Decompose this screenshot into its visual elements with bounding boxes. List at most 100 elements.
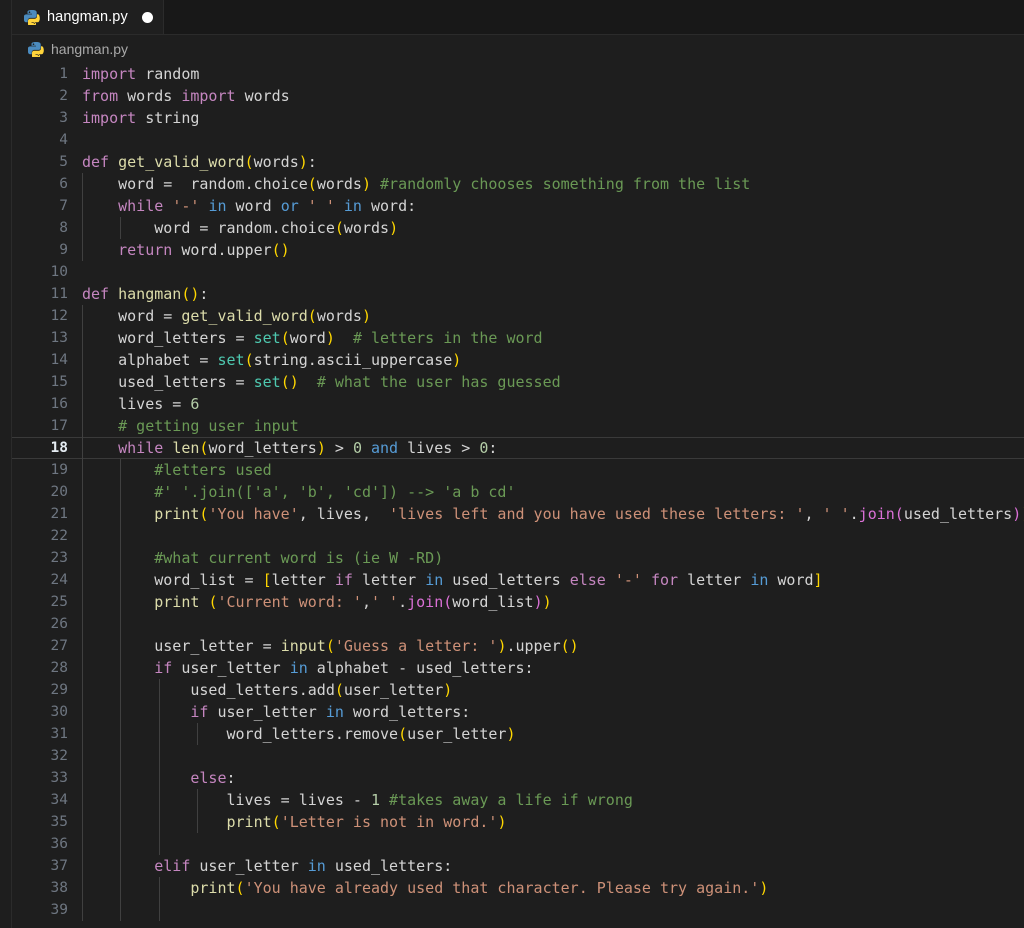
code-token: else [569, 571, 606, 589]
code-token: if [154, 659, 173, 677]
code-line[interactable]: 6 word = random.choice(words) #randomly … [12, 173, 1024, 195]
indent-guide [158, 745, 160, 767]
code-token: or [280, 197, 299, 215]
code-token: ( [398, 725, 408, 743]
code-editor[interactable]: 1 import random 2 from words import words 3 i… [0, 63, 1024, 928]
code-line[interactable]: 3 import string [12, 107, 1024, 129]
code-line-text: print('You have already used that charac… [82, 877, 768, 899]
code-line-text: import string [82, 107, 199, 129]
line-number: 24 [50, 572, 68, 588]
code-line-text: elif user_letter in used_letters: [82, 855, 452, 877]
line-number: 22 [50, 528, 68, 544]
code-token: if [190, 703, 209, 721]
line-number: 36 [50, 836, 68, 852]
code-line[interactable]: 14 alphabet = set(string.ascii_uppercase… [12, 349, 1024, 371]
code-line[interactable]: 22 [12, 525, 1024, 547]
code-line[interactable]: 17 # getting user input [12, 415, 1024, 437]
code-token: # what the user has guessed [316, 373, 561, 391]
code-token: . [307, 351, 317, 369]
code-line[interactable]: 30 if user_letter in word_letters: [12, 701, 1024, 723]
code-line[interactable]: 18 while len(word_letters) > 0 and lives… [12, 437, 1024, 459]
code-line-text: else: [82, 767, 235, 789]
code-line[interactable]: 10 [12, 261, 1024, 283]
code-line[interactable]: 4 [12, 129, 1024, 151]
code-token: () [560, 637, 579, 655]
code-line-text: used_letters = set() # what the user has… [82, 371, 561, 393]
code-line[interactable]: 21 print ('You have', lives, 'lives left … [12, 503, 1024, 525]
breadcrumb-item-file[interactable]: hangman.py [51, 41, 128, 57]
code-line[interactable]: 35 print('Letter is not in word.') [12, 811, 1024, 833]
code-line[interactable]: 29 used_letters.add(user_letter) [12, 679, 1024, 701]
indent-guide [120, 899, 122, 921]
code-line[interactable]: 20 #' '.join(['a', 'b', 'cd']) --> 'a b … [12, 481, 1024, 503]
code-line[interactable]: 31 word_letters.remove(user_letter) [12, 723, 1024, 745]
code-line-text: word_letters = set(word) # letters in th… [82, 327, 542, 349]
code-token: while [118, 197, 164, 215]
code-token: word = [82, 307, 182, 325]
code-line[interactable]: 5 def get_valid_word(words): [12, 151, 1024, 173]
editor-tab-hangman-py[interactable]: hangman.py [12, 0, 164, 34]
code-token: len [172, 439, 200, 457]
code-token: ) [361, 307, 371, 325]
code-token: 1 [370, 791, 381, 809]
code-line[interactable]: 1 import random [12, 63, 1024, 85]
code-token: string [145, 109, 200, 127]
code-line[interactable]: 34 lives = lives - 1 #takes away a life … [12, 789, 1024, 811]
code-line-text: lives = 6 [82, 393, 199, 415]
code-line[interactable]: 33 else: [12, 767, 1024, 789]
code-token: . [849, 505, 859, 523]
code-line[interactable]: 2 from words import words [12, 85, 1024, 107]
indent-guide [120, 833, 122, 855]
code-token: letter [678, 571, 751, 589]
code-line[interactable]: 7 while '-' in word or ' ' in word: [12, 195, 1024, 217]
code-token: '-' [614, 571, 642, 589]
code-line[interactable]: 32 [12, 745, 1024, 767]
code-token: ascii_uppercase [316, 351, 453, 369]
code-line[interactable]: 19 #letters used [12, 459, 1024, 481]
code-token: words [316, 175, 362, 193]
code-token: ( [244, 153, 254, 171]
code-line[interactable]: 27 user_letter = input('Guess a letter: … [12, 635, 1024, 657]
code-line[interactable]: 25 print ('Current word: ',' '.join(word… [12, 591, 1024, 613]
code-line-text: while len(word_letters) > 0 and lives > … [82, 437, 497, 459]
code-token: words [253, 153, 299, 171]
code-token: : [307, 153, 317, 171]
code-line[interactable]: 28 if user_letter in alphabet - used_let… [12, 657, 1024, 679]
code-line[interactable]: 13 word_letters = set(word) # letters in… [12, 327, 1024, 349]
code-token: user_letter [190, 857, 308, 875]
code-line[interactable]: 16 lives = 6 [12, 393, 1024, 415]
python-file-icon [27, 41, 44, 59]
code-line-text: print ('You have', lives, 'lives left and… [82, 503, 1024, 525]
code-token: random [190, 175, 245, 193]
code-token: upper [515, 637, 561, 655]
code-line[interactable]: 11 def hangman(): [12, 283, 1024, 305]
code-token: ) [443, 681, 453, 699]
code-token: ( [325, 637, 335, 655]
code-line[interactable]: 37 elif user_letter in used_letters: [12, 855, 1024, 877]
code-token: ] [813, 571, 823, 589]
code-token: # getting user input [118, 417, 299, 435]
code-line[interactable]: 26 [12, 613, 1024, 635]
line-number: 27 [50, 638, 68, 654]
code-token: user_letter [343, 681, 444, 699]
code-line[interactable]: 36 [12, 833, 1024, 855]
code-token: in [325, 703, 344, 721]
unsaved-changes-indicator[interactable] [141, 11, 153, 23]
code-line[interactable]: 9 return word.upper() [12, 239, 1024, 261]
code-line[interactable]: 15 used_letters = set() # what the user … [12, 371, 1024, 393]
editor-tab-label: hangman.py [47, 9, 128, 25]
code-line-text: if user_letter in word_letters: [82, 701, 470, 723]
code-line[interactable]: 24 word_list = [letter if letter in used… [12, 569, 1024, 591]
tab-bar-empty-space [163, 0, 1024, 34]
code-line[interactable]: 39 [12, 899, 1024, 921]
code-line[interactable]: 8 word = random.choice(words) [12, 217, 1024, 239]
code-token: #' '.join(['a', 'b', 'cd']) --> 'a b cd' [154, 483, 516, 501]
code-line[interactable]: 38 print('You have already used that cha… [12, 877, 1024, 899]
code-line[interactable]: 23 #what current word is (ie W -RD) [12, 547, 1024, 569]
code-line[interactable]: 12 word = get_valid_word(words) [12, 305, 1024, 327]
code-line-text: word = get_valid_word(words) [82, 305, 371, 327]
